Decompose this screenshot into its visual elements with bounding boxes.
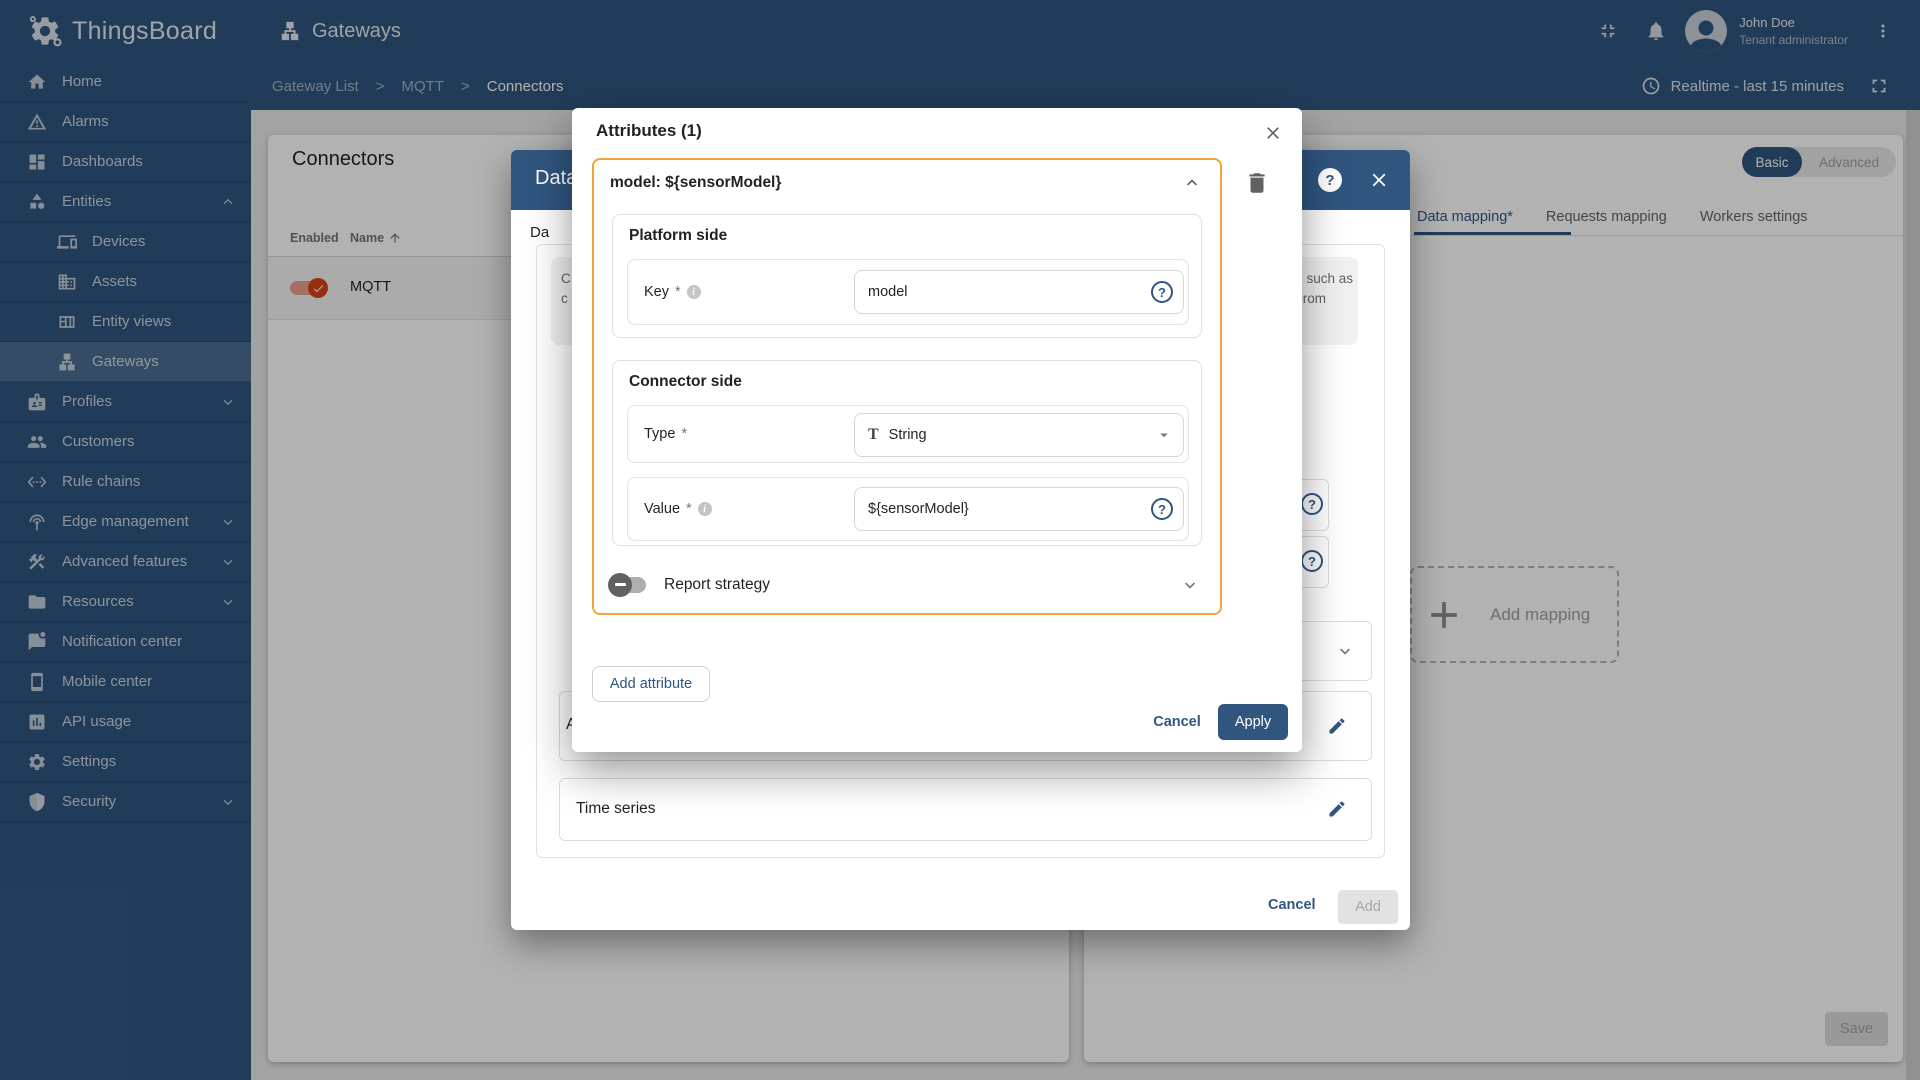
report-strategy-row: Report strategy — [594, 556, 1220, 613]
report-strategy-toggle[interactable] — [608, 572, 646, 597]
close-icon[interactable] — [1368, 169, 1390, 191]
key-field-row: Key * i model ? — [627, 259, 1189, 325]
close-icon[interactable] — [1263, 123, 1283, 143]
toggle-knob — [608, 572, 632, 597]
help-icon[interactable]: ? — [1301, 550, 1323, 572]
connector-side-section: Connector side Type * T String Value * i… — [612, 360, 1202, 546]
mapping-dialog-title: Data — [535, 167, 578, 189]
thingsboard-app: ThingsBoard Gateways John Doe Tenant adm… — [0, 0, 1920, 1080]
required-marker: * — [686, 501, 692, 517]
chevron-up-icon[interactable] — [1182, 173, 1202, 193]
value-field-row: Value * i ${sensorModel} ? — [627, 477, 1189, 541]
attributes-dialog-title: Attributes (1) — [596, 121, 702, 140]
section-label-fragment: Da — [530, 224, 550, 241]
value-value: ${sensorModel} — [868, 501, 969, 517]
type-label: Type * — [644, 426, 688, 442]
key-value: model — [868, 284, 908, 300]
platform-side-title: Platform side — [629, 227, 728, 244]
type-value: String — [888, 427, 927, 443]
attribute-panel-header: model: ${sensorModel} — [610, 174, 782, 191]
time-series-row-label: Time series — [576, 800, 656, 817]
time-series-row: Time series — [559, 778, 1372, 841]
help-icon[interactable]: ? — [1151, 498, 1173, 520]
add-attribute-button[interactable]: Add attribute — [592, 666, 710, 702]
hint-text-fragment: rom — [1302, 291, 1326, 306]
dropdown-arrow-icon — [1155, 426, 1173, 444]
info-icon: i — [686, 285, 701, 299]
value-input[interactable]: ${sensorModel} ? — [854, 487, 1184, 531]
platform-side-section: Platform side Key * i model ? — [612, 214, 1202, 338]
report-strategy-label: Report strategy — [664, 575, 770, 593]
delete-attribute-icon[interactable] — [1244, 170, 1270, 196]
key-input[interactable]: model ? — [854, 270, 1184, 314]
add-button[interactable]: Add — [1338, 890, 1398, 924]
value-label: Value * i — [644, 501, 712, 517]
hint-text-fragment: such as — [1306, 271, 1353, 286]
connector-side-title: Connector side — [629, 373, 742, 390]
chevron-down-icon[interactable] — [1180, 575, 1200, 595]
cancel-button[interactable]: Cancel — [1146, 714, 1208, 730]
required-marker: * — [675, 284, 681, 300]
info-icon: i — [697, 502, 712, 516]
attribute-panel: model: ${sensorModel} Platform side Key … — [592, 158, 1222, 615]
edit-icon[interactable] — [1327, 716, 1347, 736]
help-icon[interactable]: ? — [1301, 493, 1323, 515]
key-label: Key * i — [644, 284, 701, 300]
required-marker: * — [681, 426, 688, 442]
hint-text-fragment: C — [561, 271, 571, 286]
help-icon[interactable]: ? — [1318, 168, 1342, 192]
edit-icon[interactable] — [1327, 799, 1347, 819]
string-type-icon: T — [868, 426, 879, 443]
type-select[interactable]: T String — [854, 413, 1184, 457]
apply-button[interactable]: Apply — [1218, 704, 1288, 740]
help-icon[interactable]: ? — [1151, 281, 1173, 303]
cancel-button[interactable]: Cancel — [1268, 897, 1316, 913]
attributes-dialog: Attributes (1) model: ${sensorModel} Pla… — [572, 108, 1302, 752]
hint-text-fragment: c — [561, 291, 568, 306]
minus-icon — [614, 583, 626, 586]
chevron-down-icon — [1335, 641, 1355, 661]
type-field-row: Type * T String — [627, 405, 1189, 463]
